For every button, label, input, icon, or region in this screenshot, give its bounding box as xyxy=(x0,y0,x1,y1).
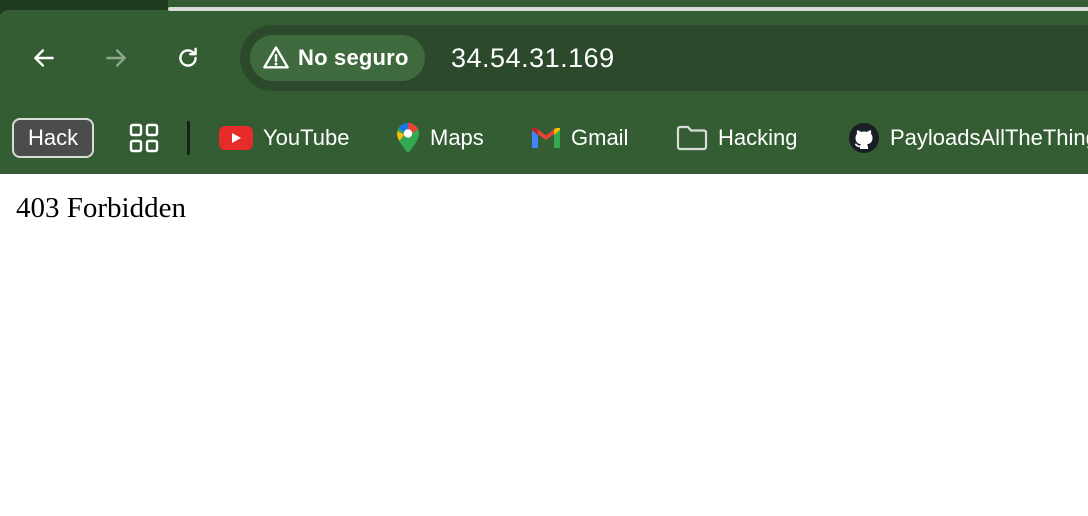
apps-grid-icon[interactable] xyxy=(128,122,160,154)
reload-button[interactable] xyxy=(168,38,208,78)
maps-icon xyxy=(397,123,419,153)
forward-button[interactable] xyxy=(96,38,136,78)
folder-icon xyxy=(676,125,708,151)
gmail-icon xyxy=(532,128,560,148)
bookmark-maps[interactable]: Maps xyxy=(396,112,484,164)
bookmark-label: Maps xyxy=(430,125,484,150)
youtube-icon xyxy=(219,126,253,150)
bookmark-youtube[interactable]: YouTube xyxy=(219,112,349,164)
bookmark-label: PayloadsAllTheThings xyxy=(890,125,1088,150)
bookmark-label: Hacking xyxy=(718,125,798,150)
tab-loading-bar xyxy=(168,7,1088,11)
tab-strip-corner xyxy=(0,10,170,18)
bookmark-group-hack[interactable]: Hack xyxy=(12,118,95,158)
bookmark-payloads[interactable]: PayloadsAllTheThings xyxy=(848,112,1088,164)
browser-chrome: No seguro 34.54.31.169 Hack YouTube Maps… xyxy=(0,0,1088,174)
url-text[interactable]: 34.54.31.169 xyxy=(451,42,615,74)
bookmarks-bar: Hack YouTube Maps Gmail Hacking Payloads… xyxy=(0,112,1088,164)
address-bar[interactable]: No seguro 34.54.31.169 xyxy=(240,25,1088,91)
arrow-left-icon xyxy=(34,49,54,67)
bookmark-label: YouTube xyxy=(263,125,350,150)
security-chip[interactable]: No seguro xyxy=(250,35,425,81)
page-body-text: 403 Forbidden xyxy=(16,192,186,224)
security-label: No seguro xyxy=(298,45,409,70)
back-button[interactable] xyxy=(24,38,64,78)
bookmark-gmail[interactable]: Gmail xyxy=(531,112,628,164)
bookmark-folder-hacking[interactable]: Hacking xyxy=(676,112,797,164)
arrow-right-icon xyxy=(106,49,126,67)
reload-icon xyxy=(179,47,197,67)
bookmark-label: Gmail xyxy=(571,125,629,150)
warning-triangle-icon xyxy=(263,46,289,69)
bookmarks-separator xyxy=(187,121,190,155)
github-icon xyxy=(849,123,879,153)
